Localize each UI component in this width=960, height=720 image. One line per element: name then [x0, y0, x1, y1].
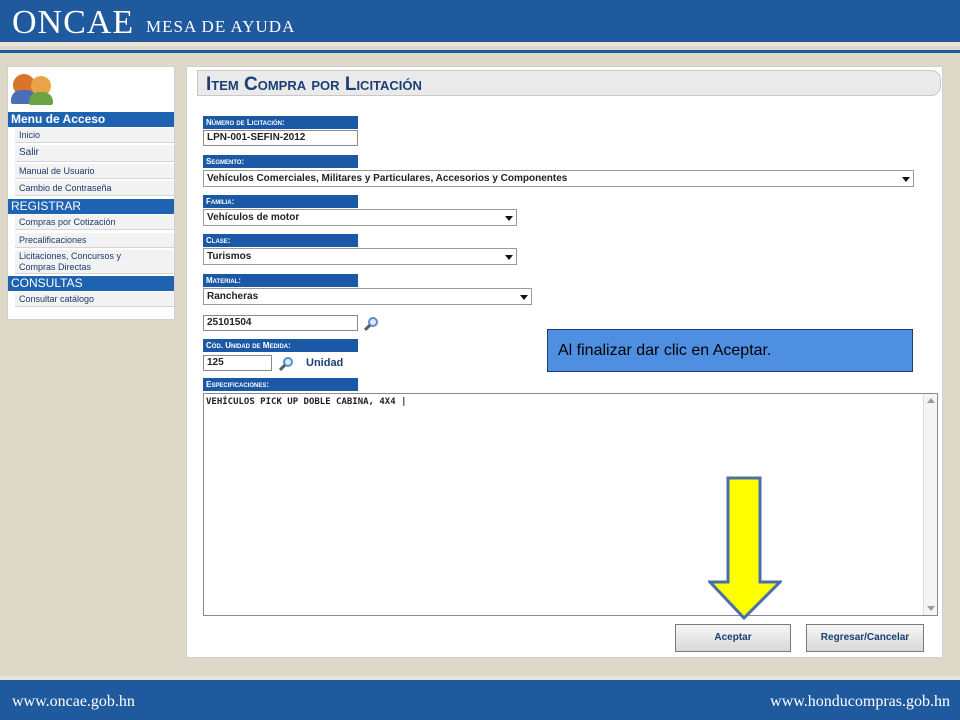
unidad-medida-label: Cód. Unidad de Medida: — [203, 339, 358, 352]
unidad-name: Unidad — [306, 357, 344, 369]
licitaciones-line-1: Licitaciones, Concursos y — [19, 251, 122, 261]
segmento-select[interactable]: Vehículos Comerciales, Militares y Parti… — [203, 170, 914, 187]
search-icon[interactable] — [278, 357, 293, 372]
material-code-input[interactable]: 25101504 — [203, 315, 358, 331]
scroll-down-icon[interactable] — [927, 606, 935, 611]
familia-select[interactable]: Vehículos de motor — [203, 209, 517, 226]
arrow-down-icon — [708, 476, 782, 620]
chevron-down-icon — [902, 177, 910, 182]
scroll-up-icon[interactable] — [927, 398, 935, 403]
numero-licitacion-label: Número de Licitación: — [203, 116, 358, 129]
page-title-bar: Item Compra por Licitación — [197, 70, 941, 96]
sidebar-item-manual[interactable]: Manual de Usuario — [15, 164, 174, 179]
unidad-code-input[interactable]: 125 — [203, 355, 272, 371]
sidebar-item-precalificaciones[interactable]: Precalificaciones — [15, 233, 174, 248]
sidebar-menu: Menu de Acceso Inicio Salir Manual de Us… — [7, 66, 175, 320]
menu-consultas-header: CONSULTAS — [8, 276, 174, 291]
clase-select[interactable]: Turismos — [203, 248, 517, 265]
especificaciones-value: VEHÍCULOS PICK UP DOBLE CABINA, 4X4 | — [206, 397, 407, 407]
header-subtitle: MESA DE AYUDA — [146, 17, 296, 36]
sidebar-item-salir[interactable]: Salir — [15, 145, 174, 162]
segmento-value: Vehículos Comerciales, Militares y Parti… — [207, 173, 568, 184]
header-banner: ONCAE MESA DE AYUDA — [0, 0, 960, 46]
especificaciones-textarea[interactable]: VEHÍCULOS PICK UP DOBLE CABINA, 4X4 | — [203, 393, 938, 616]
material-label: Material: — [203, 274, 358, 287]
menu-registrar-header: REGISTRAR — [8, 199, 174, 214]
footer-left-url[interactable]: www.oncae.gob.hn — [12, 693, 135, 711]
instruction-callout: Al finalizar dar clic en Aceptar. — [547, 329, 913, 372]
licitaciones-line-2: Compras Directas — [19, 262, 92, 272]
sidebar-item-inicio[interactable]: Inicio — [15, 128, 174, 143]
clase-label: Clase: — [203, 234, 358, 247]
page-title: Item Compra por Licitación — [206, 74, 422, 95]
familia-value: Vehículos de motor — [207, 212, 300, 223]
sidebar-item-consultar-catalogo[interactable]: Consultar catálogo — [15, 292, 174, 307]
segmento-label: Segmento: — [203, 155, 358, 168]
familia-label: Familia: — [203, 195, 358, 208]
aceptar-button[interactable]: Aceptar — [675, 624, 791, 652]
sidebar-item-cambio-contrasena[interactable]: Cambio de Contraseña — [15, 181, 174, 196]
header-divider — [0, 50, 960, 53]
clase-value: Turismos — [207, 251, 252, 262]
chevron-down-icon — [505, 216, 513, 221]
regresar-cancelar-button[interactable]: Regresar/Cancelar — [806, 624, 924, 652]
sidebar-item-licitaciones[interactable]: Licitaciones, Concursos y Compras Direct… — [15, 250, 174, 274]
chevron-down-icon — [520, 295, 528, 300]
search-icon[interactable] — [363, 317, 378, 332]
especificaciones-label: Especificaciones: — [203, 378, 358, 391]
chevron-down-icon — [505, 255, 513, 260]
menu-access-header: Menu de Acceso — [8, 112, 174, 127]
sidebar-item-compras-cotizacion[interactable]: Compras por Cotización — [15, 215, 174, 230]
oncae-logo: ONCAE — [12, 4, 135, 41]
numero-licitacion-input[interactable]: LPN-001-SEFIN-2012 — [203, 130, 358, 146]
material-select[interactable]: Rancheras — [203, 288, 532, 305]
footer-right-url[interactable]: www.honducompras.gob.hn — [770, 693, 950, 711]
users-icon — [11, 72, 57, 106]
textarea-scrollbar[interactable] — [923, 394, 937, 615]
footer-banner: www.oncae.gob.hn www.honducompras.gob.hn — [0, 676, 960, 720]
material-value: Rancheras — [207, 291, 259, 302]
